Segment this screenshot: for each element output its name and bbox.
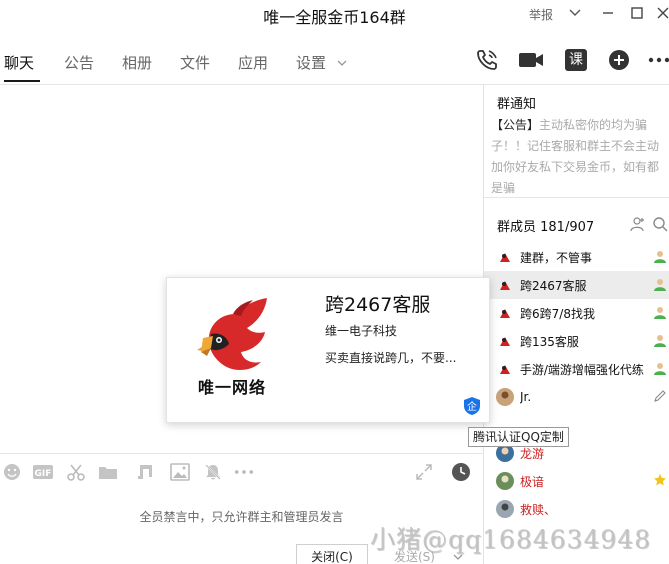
notice-body[interactable]: 【公告】主动私密你的均为骗子！！记住客服和群主不会主动加你好友私下交易金币，如有… xyxy=(491,115,667,199)
member-name: 手游/端游增幅强化代练 xyxy=(519,362,644,377)
notice-title: 群通知 xyxy=(497,97,537,112)
send-button[interactable]: 发送(S) xyxy=(380,544,466,564)
video-call-icon[interactable] xyxy=(518,47,544,73)
tab-chat[interactable]: 聊天 xyxy=(4,52,34,73)
member-avatar-icon xyxy=(496,276,514,294)
maximize-icon[interactable] xyxy=(626,3,648,23)
svg-text:GIF: GIF xyxy=(35,469,52,479)
folder-icon[interactable] xyxy=(98,462,118,482)
emoji-icon[interactable] xyxy=(2,462,22,482)
member-name: Jr. xyxy=(520,390,532,404)
music-icon[interactable] xyxy=(135,462,155,482)
tab-bar: 聊天 公告 相册 文件 应用 设置 xyxy=(0,44,484,84)
homework-button[interactable]: 课 xyxy=(563,47,589,73)
star-icon xyxy=(653,473,667,487)
card-member-name: 跨2467客服 xyxy=(325,294,431,316)
gif-icon[interactable]: GIF xyxy=(33,462,53,482)
member-item[interactable]: 建群，不管事 xyxy=(484,243,669,271)
add-member-icon[interactable] xyxy=(630,216,646,232)
card-logo-text: 唯一网络 xyxy=(198,378,267,397)
scissors-icon[interactable] xyxy=(66,462,86,482)
member-name: 跨135客服 xyxy=(520,334,579,349)
notice-divider xyxy=(484,197,669,198)
member-avatar-icon xyxy=(496,332,514,350)
member-tools xyxy=(630,216,668,232)
cardinal-logo xyxy=(193,292,283,382)
member-name: 跨2467客服 xyxy=(520,278,587,293)
add-circle-icon[interactable] xyxy=(606,47,632,73)
active-tab-indicator xyxy=(4,80,40,82)
member-item[interactable]: 跨6跨7/8找我 xyxy=(484,299,669,327)
member-name: 极谙 xyxy=(520,474,545,489)
member-avatar-icon xyxy=(496,304,514,322)
tab-announcement[interactable]: 公告 xyxy=(64,52,94,73)
member-role-icon xyxy=(653,249,667,263)
member-avatar xyxy=(496,472,514,490)
member-name: 龙游 xyxy=(520,446,545,461)
tab-settings-label: 设置 xyxy=(296,54,327,72)
minimize-icon[interactable] xyxy=(597,3,619,23)
svg-text:企: 企 xyxy=(467,400,477,413)
right-panel: 群通知 【公告】主动私密你的均为骗子！！记住客服和群主不会主动加你好友私下交易金… xyxy=(484,85,669,564)
search-icon[interactable] xyxy=(652,216,668,232)
history-clock-icon[interactable] xyxy=(451,462,471,482)
report-link[interactable]: 举报 xyxy=(529,6,553,23)
expand-icon[interactable] xyxy=(414,462,434,482)
send-label: 发送(S) xyxy=(394,550,435,564)
muted-notice: 全员禁言中，只允许群主和管理员发言 xyxy=(139,510,344,524)
member-item[interactable]: 跨2467客服 xyxy=(484,271,669,299)
member-item[interactable]: 救赎、 xyxy=(484,495,669,523)
member-name: 救赎、 xyxy=(520,502,557,517)
member-name: 建群，不管事 xyxy=(520,250,593,265)
tab-album[interactable]: 相册 xyxy=(122,52,152,73)
notice-tag: 【公告】 xyxy=(491,118,540,132)
enterprise-badge-icon[interactable]: 企 xyxy=(462,396,482,416)
bell-off-icon[interactable] xyxy=(203,462,223,482)
member-role-icon xyxy=(653,277,667,291)
chevron-down-icon[interactable] xyxy=(564,3,586,23)
homework-icon: 课 xyxy=(565,49,587,71)
badge-tooltip: 腾讯认证QQ定制 xyxy=(468,427,569,447)
edit-pencil-icon xyxy=(653,389,667,403)
member-item[interactable]: Jr. xyxy=(484,383,669,411)
member-avatar xyxy=(496,388,514,406)
member-item[interactable]: 极谙 xyxy=(484,467,669,495)
members-count: 群成员 181/907 xyxy=(497,220,595,235)
phone-call-icon[interactable] xyxy=(474,47,500,73)
title-bar: 唯一全服金币164群 举报 xyxy=(0,0,669,30)
member-role-icon xyxy=(653,361,667,375)
more-icon[interactable] xyxy=(646,47,669,73)
tab-files[interactable]: 文件 xyxy=(180,52,210,73)
member-avatar-icon xyxy=(496,360,514,378)
tab-apps[interactable]: 应用 xyxy=(238,52,268,73)
profile-card[interactable]: 唯一网络 跨2467客服 维一电子科技 买卖直接说跨几，不要... 企 xyxy=(166,277,490,423)
chevron-down-icon xyxy=(337,60,347,66)
image-icon[interactable] xyxy=(170,462,190,482)
input-divider xyxy=(0,453,483,454)
close-button[interactable]: 关闭(C) xyxy=(296,544,368,564)
chevron-down-icon[interactable] xyxy=(453,554,463,561)
member-item[interactable]: 跨135客服 xyxy=(484,327,669,355)
more-tools-icon[interactable] xyxy=(234,462,254,482)
member-name: 跨6跨7/8找我 xyxy=(520,306,595,321)
close-icon[interactable] xyxy=(652,3,669,23)
member-item[interactable]: 手游/端游增幅强化代练 xyxy=(484,355,669,383)
member-role-icon xyxy=(653,305,667,319)
card-signature: 买卖直接说跨几，不要... xyxy=(325,351,457,365)
tab-settings[interactable]: 设置 xyxy=(296,52,347,73)
member-avatar-icon xyxy=(496,248,514,266)
card-company: 维一电子科技 xyxy=(325,324,398,338)
member-avatar xyxy=(496,500,514,518)
member-role-icon xyxy=(653,333,667,347)
